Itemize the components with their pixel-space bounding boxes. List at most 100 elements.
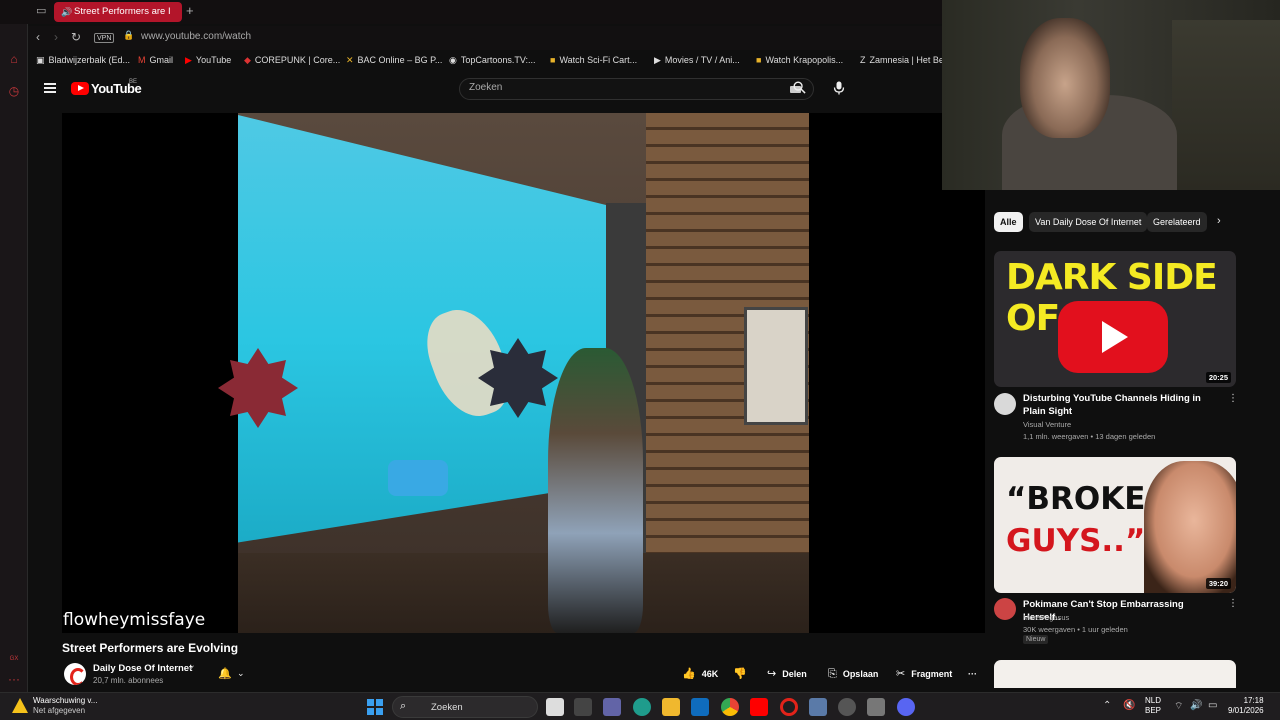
performer bbox=[548, 348, 643, 633]
forward-button[interactable]: › bbox=[54, 30, 58, 44]
kebab-menu-icon[interactable]: ⋮ bbox=[1228, 393, 1238, 404]
youtube-app-icon[interactable] bbox=[750, 698, 768, 716]
chevron-down-icon[interactable]: ⌄ bbox=[237, 668, 245, 679]
more-actions-button[interactable]: ··· bbox=[968, 666, 977, 682]
microphone-icon[interactable] bbox=[833, 81, 845, 95]
duration-badge: 20:25 bbox=[1205, 372, 1231, 383]
rec-thumbnail[interactable] bbox=[994, 660, 1236, 688]
wall-poster bbox=[744, 307, 808, 425]
video-watermark: flowheymissfaye bbox=[63, 610, 206, 630]
rec-channel[interactable]: MorePegasus bbox=[1023, 613, 1069, 622]
tab-active[interactable]: 🔊 Street Performers are I bbox=[54, 2, 182, 22]
bookmark-item[interactable]: ✕ BAC Online – BG P... bbox=[346, 55, 442, 66]
clock[interactable]: 17:18 9/01/2026 bbox=[1228, 696, 1264, 716]
youtube-logo-icon[interactable] bbox=[71, 82, 89, 95]
volume-icon[interactable]: 🔊 bbox=[1190, 700, 1202, 711]
rec-channel[interactable]: Visual Venture bbox=[1023, 420, 1071, 429]
speaker-icon[interactable]: 🔊 bbox=[61, 2, 72, 22]
chip-related[interactable]: Gerelateerd bbox=[1147, 212, 1207, 232]
opera-gx-icon[interactable] bbox=[780, 698, 798, 716]
thumbnail-text: “BROKE bbox=[1006, 481, 1146, 517]
gmail-icon: M bbox=[138, 55, 146, 65]
mute-icon[interactable]: 🔇 bbox=[1123, 700, 1135, 711]
store-icon[interactable] bbox=[574, 698, 592, 716]
bookmark-icon: ⎘ bbox=[828, 668, 837, 680]
url-field[interactable]: www.youtube.com/watch bbox=[141, 31, 251, 42]
chip-all[interactable]: Alle bbox=[994, 212, 1023, 232]
share-button[interactable]: ↪ Delen bbox=[767, 666, 807, 682]
channel-avatar[interactable] bbox=[994, 598, 1016, 620]
duration-badge: 39:20 bbox=[1205, 578, 1231, 589]
webcam-overlay bbox=[942, 0, 1280, 190]
channel-avatar[interactable] bbox=[994, 393, 1016, 415]
bookmark-item[interactable]: ▣ Bladwijzerbalk (Ed... bbox=[36, 55, 130, 66]
thumbs-down-icon: 👎 bbox=[733, 668, 747, 680]
file-explorer-icon[interactable] bbox=[662, 698, 680, 716]
more-icon[interactable]: ··· bbox=[7, 672, 21, 686]
teams-icon[interactable] bbox=[603, 698, 621, 716]
warning-title[interactable]: Waarschuwing v... bbox=[33, 696, 97, 705]
back-button[interactable]: ‹ bbox=[36, 30, 40, 44]
aria-icon[interactable]: ⌂ bbox=[7, 52, 21, 66]
rec-title[interactable]: Disturbing YouTube Channels Hiding in Pl… bbox=[1023, 392, 1218, 418]
search-input[interactable] bbox=[469, 82, 749, 93]
bell-icon[interactable]: 🔔 bbox=[218, 667, 232, 680]
chip-from-channel[interactable]: Van Daily Dose Of Internet bbox=[1029, 212, 1148, 232]
streamer-face bbox=[1020, 18, 1110, 138]
bookmark-item[interactable]: ■ Watch Krapopolis... bbox=[756, 55, 843, 65]
scifi-icon: ■ bbox=[550, 55, 556, 65]
video-player[interactable]: flowheymissfaye bbox=[62, 113, 985, 633]
clip-button[interactable]: ✂ Fragment bbox=[896, 666, 952, 682]
kebab-menu-icon[interactable]: ⋮ bbox=[1228, 598, 1238, 609]
star-mask bbox=[218, 348, 298, 428]
warning-subtitle: Net afgegeven bbox=[33, 706, 86, 715]
obs-icon[interactable] bbox=[838, 698, 856, 716]
reload-button[interactable]: ↻ bbox=[71, 30, 81, 44]
rec-thumbnail[interactable]: “BROKE GUYS..” 39:20 bbox=[994, 457, 1236, 593]
bookmark-item[interactable]: ◉ TopCartoons.TV:... bbox=[449, 55, 536, 66]
tab-strip: ▭ 🔊 Street Performers are I + bbox=[0, 0, 942, 24]
tab-manager-icon[interactable]: ▭ bbox=[36, 4, 46, 17]
language-indicator[interactable]: NLD BEP bbox=[1145, 696, 1161, 716]
outlook-icon[interactable] bbox=[691, 698, 709, 716]
bookmark-item[interactable]: M Gmail bbox=[138, 55, 173, 65]
bookmark-item[interactable]: ◆ COREPUNK | Core... bbox=[244, 55, 340, 66]
channel-avatar[interactable] bbox=[64, 663, 86, 685]
background-shelf bbox=[1172, 20, 1280, 190]
menu-icon[interactable] bbox=[44, 83, 56, 93]
like-button[interactable]: 👍 46K bbox=[682, 666, 718, 682]
chrome-icon[interactable] bbox=[721, 698, 739, 716]
windows-start-icon[interactable] bbox=[367, 699, 383, 715]
search-box[interactable] bbox=[459, 78, 814, 100]
vpn-badge[interactable]: VPN bbox=[94, 33, 115, 43]
krapopolis-icon: ■ bbox=[756, 55, 762, 65]
calculator-icon[interactable] bbox=[809, 698, 827, 716]
save-button[interactable]: ⎘ Opslaan bbox=[828, 666, 878, 682]
discord-icon[interactable] bbox=[897, 698, 915, 716]
settings-icon[interactable] bbox=[867, 698, 885, 716]
bookmark-item[interactable]: ▶ YouTube bbox=[185, 55, 231, 66]
new-tab-button[interactable]: + bbox=[186, 3, 194, 18]
dislike-button[interactable]: 👎 bbox=[733, 666, 753, 682]
bookmark-item[interactable]: Z Zamnesia | Het Be bbox=[860, 55, 942, 65]
task-view-icon[interactable] bbox=[546, 698, 564, 716]
edge-icon[interactable] bbox=[633, 698, 651, 716]
bookmark-item[interactable]: ▶ Movies / TV / Ani... bbox=[654, 55, 740, 66]
thumbnail-text: GUYS..” bbox=[1006, 523, 1146, 559]
battery-icon[interactable]: ▭ bbox=[1208, 700, 1217, 711]
search-icon[interactable] bbox=[793, 81, 806, 94]
history-icon[interactable]: ◷ bbox=[7, 84, 21, 98]
chevron-up-icon[interactable]: ⌃ bbox=[1103, 700, 1111, 711]
wifi-icon[interactable]: ⌔ bbox=[1174, 700, 1183, 713]
bookmark-item[interactable]: ■ Watch Sci-Fi Cart... bbox=[550, 55, 637, 65]
taskbar-search[interactable]: ⌕ Zoeken bbox=[392, 696, 538, 718]
windows-taskbar: Waarschuwing v... Net afgegeven ⌕ Zoeken… bbox=[0, 692, 1280, 720]
warning-icon[interactable] bbox=[12, 698, 28, 713]
zamnesia-icon: Z bbox=[860, 55, 866, 65]
channel-name[interactable]: Daily Dose Of Internet bbox=[93, 663, 192, 674]
chevron-right-icon[interactable]: › bbox=[1217, 215, 1221, 227]
rec-thumbnail[interactable]: DARK SIDE OF 20:25 bbox=[994, 251, 1236, 387]
floor bbox=[238, 553, 809, 633]
gx-icon[interactable]: GX bbox=[7, 652, 21, 666]
opera-sidebar: O ⌂ ◷ GX ··· bbox=[0, 0, 28, 692]
